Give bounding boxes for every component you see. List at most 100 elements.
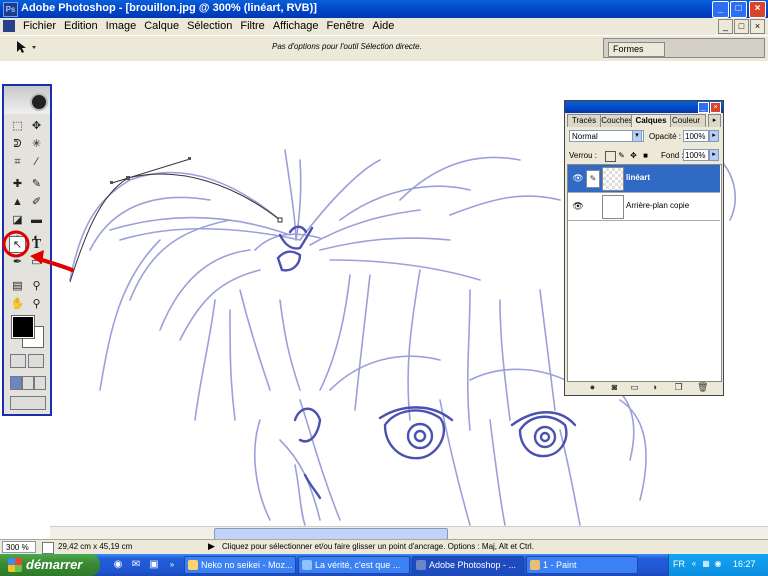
task-button-paint[interactable]: 1 - Paint — [526, 556, 638, 574]
history-brush-icon[interactable]: ✐ — [28, 194, 45, 211]
language-indicator[interactable]: FR — [673, 559, 685, 569]
taskbar: démarrer ◉ ✉ ▣ » Neko no seikei - Moz...… — [0, 554, 768, 576]
eyedropper-icon[interactable]: ⚲ — [28, 278, 45, 295]
lasso-icon[interactable]: ᕲ — [9, 136, 26, 153]
task-button-firefox[interactable]: Neko no seikei - Moz... — [184, 556, 296, 574]
task-button-page[interactable]: La vérité, c'est que ... — [298, 556, 410, 574]
tray-arrow-icon[interactable]: « — [689, 559, 699, 569]
slice-icon[interactable]: ∕ — [28, 154, 45, 171]
adjustment-layer-icon[interactable]: ◑ — [649, 382, 660, 392]
doc-minimize-button[interactable]: _ — [718, 19, 733, 34]
layer-mask-icon[interactable]: ◙ — [609, 382, 620, 392]
menu-items: Fichier Edition Image Calque Sélection F… — [19, 20, 398, 32]
tab-couches[interactable]: Couches — [600, 114, 634, 127]
layer-brush-link-icon[interactable]: ✎ — [586, 170, 600, 188]
shape-icon[interactable]: ▭ — [28, 254, 45, 271]
layer-row-lineart[interactable]: 👁 ✎ linéart — [568, 165, 720, 193]
stamp-icon[interactable]: ▲ — [9, 194, 26, 211]
tray-volume-icon[interactable]: ◉ — [713, 559, 723, 569]
fill-slider-arrow-icon[interactable]: ▸ — [709, 149, 719, 161]
document-icon[interactable] — [3, 20, 15, 32]
imageready-icon[interactable] — [10, 396, 46, 410]
photoshop-app-icon[interactable]: Ps — [3, 2, 18, 17]
screen-mode-full-menu-icon[interactable] — [22, 376, 34, 390]
photoshop-eye-logo[interactable] — [4, 86, 50, 114]
horizontal-scrollbar[interactable] — [50, 526, 768, 540]
lock-transparency-icon[interactable] — [605, 151, 616, 162]
hand-icon[interactable]: ✋ — [9, 296, 26, 313]
fill-field[interactable]: 100% — [683, 149, 709, 161]
quickmask-mode-icon[interactable] — [28, 354, 44, 368]
start-button[interactable]: démarrer — [0, 554, 100, 576]
opacity-field[interactable]: 100% — [683, 130, 709, 142]
tab-traces[interactable]: Tracés — [567, 114, 601, 127]
menu-fenetre[interactable]: Fenêtre — [322, 20, 368, 32]
menu-calque[interactable]: Calque — [140, 20, 183, 32]
quicklaunch-mail-icon[interactable]: ✉ — [130, 559, 142, 571]
close-button[interactable]: × — [749, 1, 766, 18]
zoom-field[interactable]: 300 % — [2, 541, 36, 553]
zoom-icon[interactable]: ⚲ — [28, 296, 45, 313]
direct-selection-icon[interactable]: ↖ — [9, 236, 26, 253]
layer-visibility-eye-icon[interactable]: 👁 — [571, 199, 585, 213]
layer-style-icon[interactable]: ● — [587, 382, 598, 392]
palette-tab-formes[interactable]: Formes — [608, 42, 665, 57]
quicklaunch-browser-icon[interactable]: ◉ — [112, 559, 124, 571]
layers-palette-titlebar[interactable]: _ × — [565, 101, 723, 113]
quicklaunch-desktop-icon[interactable]: ▣ — [148, 559, 160, 571]
palette-menu-arrow-icon[interactable]: ▸ — [708, 114, 721, 127]
tab-calques[interactable]: Calques — [631, 114, 671, 127]
opacity-slider-arrow-icon[interactable]: ▸ — [709, 130, 719, 142]
type-icon[interactable]: T — [28, 236, 45, 253]
trash-icon[interactable]: 🗑 — [697, 382, 708, 392]
screen-mode-full-icon[interactable] — [34, 376, 46, 390]
standard-mode-icon[interactable] — [10, 354, 26, 368]
tool-preset-picker[interactable] — [14, 40, 40, 57]
layer-row-arriere-plan-copie[interactable]: 👁 Arrière-plan copie — [568, 193, 720, 221]
screen-mode-standard-icon[interactable] — [10, 376, 22, 390]
firefox-icon — [188, 560, 198, 570]
status-arrow-icon[interactable]: ▶ — [208, 541, 215, 552]
direct-selection-icon[interactable] — [14, 40, 40, 54]
tray-network-icon[interactable]: ▦ — [701, 559, 711, 569]
menu-affichage[interactable]: Affichage — [269, 20, 323, 32]
move-icon[interactable]: ✥ — [28, 118, 45, 135]
menu-filtre[interactable]: Filtre — [236, 20, 268, 32]
doc-restore-button[interactable]: □ — [734, 19, 749, 34]
healing-icon[interactable]: ✚ — [9, 176, 26, 193]
menu-bar: Fichier Edition Image Calque Sélection F… — [0, 18, 768, 35]
maximize-button[interactable]: □ — [730, 1, 747, 18]
menu-fichier[interactable]: Fichier — [19, 20, 60, 32]
minimize-button[interactable]: _ — [712, 1, 729, 18]
task-button-photoshop[interactable]: Adobe Photoshop - ... — [412, 556, 524, 574]
marquee-icon[interactable]: ⬚ — [9, 118, 26, 135]
notes-icon[interactable]: ▤ — [9, 278, 26, 295]
eraser-icon[interactable]: ◪ — [9, 212, 26, 229]
lock-pixels-icon[interactable]: ✎ — [617, 151, 626, 160]
doc-info-icon[interactable] — [42, 542, 54, 554]
fill-label: Fond : — [661, 151, 684, 160]
crop-icon[interactable]: ⌗ — [9, 154, 26, 171]
doc-close-button[interactable]: × — [750, 19, 765, 34]
quicklaunch-more-icon[interactable]: » — [166, 559, 178, 571]
menu-edition[interactable]: Edition — [60, 20, 102, 32]
lock-all-icon[interactable]: ■ — [641, 151, 650, 160]
tab-couleur[interactable]: Couleur — [666, 114, 706, 127]
new-layer-icon[interactable]: ❐ — [673, 382, 684, 392]
palette-minimize-button[interactable]: _ — [698, 102, 709, 113]
palette-close-button[interactable]: × — [710, 102, 721, 113]
menu-selection[interactable]: Sélection — [183, 20, 236, 32]
layer-link-icon[interactable] — [586, 198, 598, 214]
brush-icon[interactable]: ✎ — [28, 176, 45, 193]
new-set-icon[interactable]: ▭ — [629, 382, 640, 392]
pen-icon[interactable]: ✒ — [9, 254, 26, 271]
blend-mode-dropdown-icon[interactable]: ▾ — [632, 130, 642, 142]
clock: 16:27 — [733, 559, 756, 569]
menu-aide[interactable]: Aide — [368, 20, 398, 32]
foreground-color-swatch[interactable] — [11, 315, 35, 339]
magic-wand-icon[interactable]: ✳ — [28, 136, 45, 153]
gradient-icon[interactable]: ▬ — [28, 212, 45, 229]
menu-image[interactable]: Image — [102, 20, 141, 32]
lock-position-icon[interactable]: ✥ — [629, 151, 638, 160]
layer-visibility-eye-icon[interactable]: 👁 — [571, 171, 585, 185]
